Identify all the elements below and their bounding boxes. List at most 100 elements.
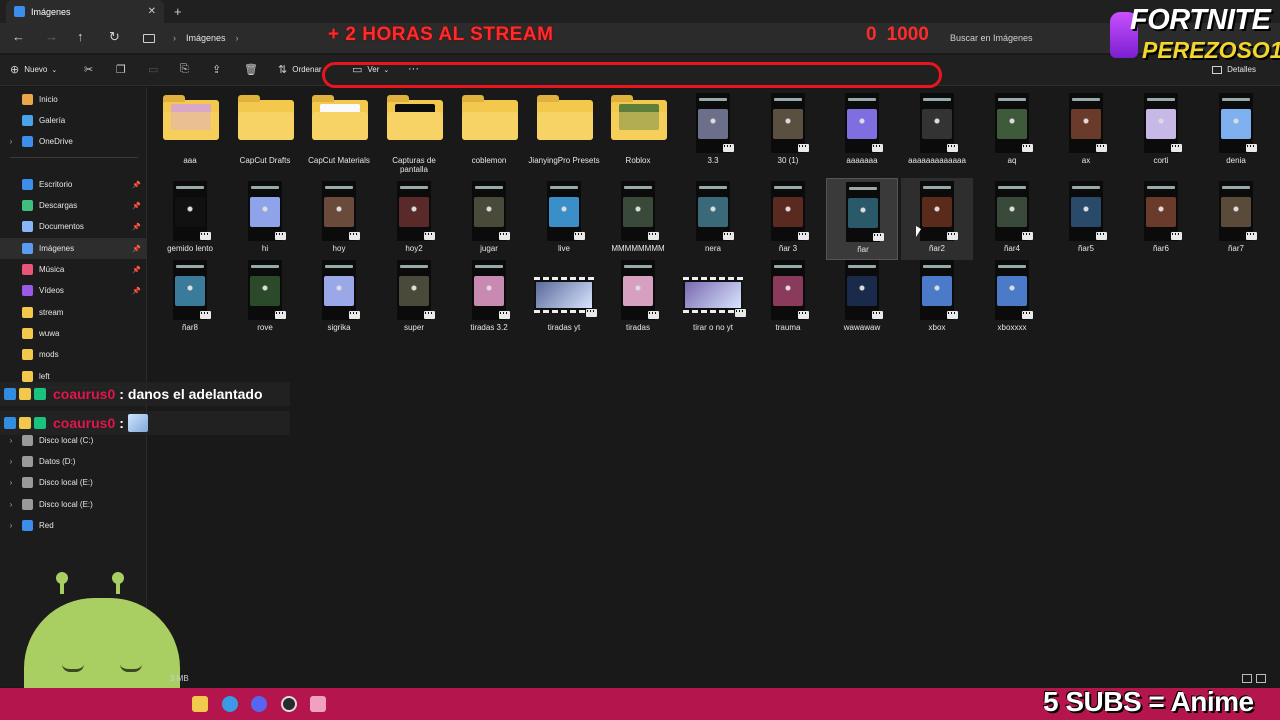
file-item[interactable]: rove: [229, 257, 301, 339]
file-item[interactable]: aq: [976, 90, 1048, 172]
file-name: gemido lento: [167, 244, 213, 253]
file-item[interactable]: MMMMMMMM: [602, 178, 674, 260]
tiles-view-icon[interactable]: [1256, 674, 1266, 683]
chrome-icon[interactable]: [222, 696, 238, 712]
new-tab-button[interactable]: +: [174, 4, 182, 19]
rename-button[interactable]: ⎘: [180, 63, 194, 76]
file-item[interactable]: ñar8: [154, 257, 226, 339]
chevron-right-icon[interactable]: ›: [6, 137, 16, 146]
sidebar-item-descargas[interactable]: Descargas 📌: [0, 195, 147, 216]
file-item[interactable]: ñar: [826, 178, 898, 260]
sidebar-item-vídeos[interactable]: Vídeos 📌: [0, 280, 147, 301]
sidebar-item-onedrive[interactable]: › OneDrive: [0, 131, 147, 152]
file-item[interactable]: 3.3: [677, 90, 749, 172]
sidebar-item-disco-local-e-[interactable]: › Disco local (E:): [0, 494, 147, 515]
sidebar-item-red[interactable]: › Red: [0, 515, 147, 536]
forward-button[interactable]: →: [45, 30, 58, 44]
sidebar-item-documentos[interactable]: Documentos 📌: [0, 216, 147, 237]
file-item[interactable]: jugar: [453, 178, 525, 260]
chevron-right-icon[interactable]: ›: [6, 457, 16, 466]
video-file-icon: [873, 233, 884, 241]
file-item[interactable]: sigrika: [303, 257, 375, 339]
details-button[interactable]: Detalles: [1212, 65, 1256, 74]
folder-item[interactable]: JianyingPro Presets: [528, 90, 600, 172]
file-item[interactable]: live: [528, 178, 600, 260]
file-item[interactable]: tiradas 3.2: [453, 257, 525, 339]
file-item[interactable]: hoy2: [378, 178, 450, 260]
folder-item[interactable]: coblemon: [453, 90, 525, 172]
folder-item[interactable]: Capturas de pantalla: [378, 90, 450, 174]
thumbnail-image: [922, 109, 952, 139]
file-item[interactable]: ñar2: [901, 178, 973, 260]
sidebar-item-mods[interactable]: mods: [0, 344, 147, 365]
close-tab-icon[interactable]: ✕: [148, 6, 156, 17]
share-button[interactable]: ⇪: [212, 63, 226, 76]
sort-button[interactable]: ⇅ Ordenar: [278, 63, 322, 76]
file-item[interactable]: ñar 3: [752, 178, 824, 260]
sidebar-item-datos-d-[interactable]: › Datos (D:): [0, 451, 147, 472]
file-name: ñar7: [1227, 244, 1244, 253]
folder-item[interactable]: CapCut Materials: [303, 90, 375, 172]
file-explorer-icon[interactable]: [192, 696, 208, 712]
details-view-icon[interactable]: [1242, 674, 1252, 683]
up-button[interactable]: ↑: [77, 30, 84, 44]
folder-item[interactable]: Roblox: [602, 90, 674, 172]
file-item[interactable]: nera: [677, 178, 749, 260]
file-item[interactable]: ñar7: [1200, 178, 1272, 260]
file-item[interactable]: tirar o no yt: [677, 257, 749, 339]
file-name: aq: [1007, 156, 1017, 165]
delete-button[interactable]: 🗑: [244, 63, 263, 76]
thumbnail-caption: [774, 186, 802, 189]
sidebar-item-disco-local-e-[interactable]: › Disco local (E:): [0, 472, 147, 493]
sidebar-item-stream[interactable]: stream: [0, 302, 147, 323]
file-item[interactable]: tiradas: [602, 257, 674, 339]
chevron-right-icon[interactable]: ›: [6, 521, 16, 530]
sidebar-item-label: mods: [39, 350, 59, 359]
file-item[interactable]: 30 (1): [752, 90, 824, 172]
file-item[interactable]: aaaaaaaaaaaaa: [901, 90, 973, 172]
search-input[interactable]: Buscar en Imágenes: [944, 27, 1134, 49]
chevron-right-icon[interactable]: ›: [6, 436, 16, 445]
file-item[interactable]: super: [378, 257, 450, 339]
sidebar-item-inicio[interactable]: Inicio: [0, 89, 147, 110]
file-item[interactable]: xbox: [901, 257, 973, 339]
chevron-right-icon[interactable]: ›: [6, 478, 16, 487]
discord-icon[interactable]: [251, 696, 267, 712]
file-item[interactable]: hi: [229, 178, 301, 260]
app-icon[interactable]: [310, 696, 326, 712]
sidebar-item-wuwa[interactable]: wuwa: [0, 323, 147, 344]
back-button[interactable]: ←: [12, 30, 25, 44]
file-item[interactable]: hoy: [303, 178, 375, 260]
file-item[interactable]: ax: [1050, 90, 1122, 172]
rename-icon: ⎘: [180, 63, 189, 75]
file-item[interactable]: ñar6: [1125, 178, 1197, 260]
sidebar-item-música[interactable]: Música 📌: [0, 259, 147, 280]
file-item[interactable]: tiradas yt: [528, 257, 600, 339]
file-item[interactable]: corti: [1125, 90, 1197, 172]
sidebar-item-escritorio[interactable]: Escritorio 📌: [0, 174, 147, 195]
file-item[interactable]: xboxxxx: [976, 257, 1048, 339]
sidebar-item-galería[interactable]: Galería: [0, 110, 147, 131]
file-item[interactable]: wawawaw: [826, 257, 898, 339]
file-item[interactable]: ñar5: [1050, 178, 1122, 260]
file-item[interactable]: denia: [1200, 90, 1272, 172]
sidebar-item-imágenes[interactable]: Imágenes 📌: [0, 238, 147, 259]
paste-button[interactable]: ▭: [148, 63, 163, 76]
folder-icon: [22, 349, 33, 360]
file-item[interactable]: aaaaaaa: [826, 90, 898, 172]
breadcrumb-imagenes[interactable]: Imágenes: [186, 33, 226, 43]
file-item[interactable]: trauma: [752, 257, 824, 339]
refresh-button[interactable]: ↻: [109, 30, 120, 44]
folder-item[interactable]: aaa: [154, 90, 226, 172]
new-button[interactable]: ⊕ Nuevo ⌄: [10, 63, 57, 76]
file-item[interactable]: gemido lento: [154, 178, 226, 260]
file-name: live: [557, 244, 570, 253]
chevron-right-icon[interactable]: ›: [6, 500, 16, 509]
obs-icon[interactable]: [281, 696, 297, 712]
sidebar-item-label: Documentos: [39, 222, 84, 231]
tab-imagenes[interactable]: Imágenes ✕: [6, 0, 164, 23]
folder-item[interactable]: CapCut Drafts: [229, 90, 301, 172]
cut-button[interactable]: ✂: [84, 63, 98, 76]
file-item[interactable]: ñar4: [976, 178, 1048, 260]
copy-button[interactable]: ❐: [116, 63, 131, 76]
